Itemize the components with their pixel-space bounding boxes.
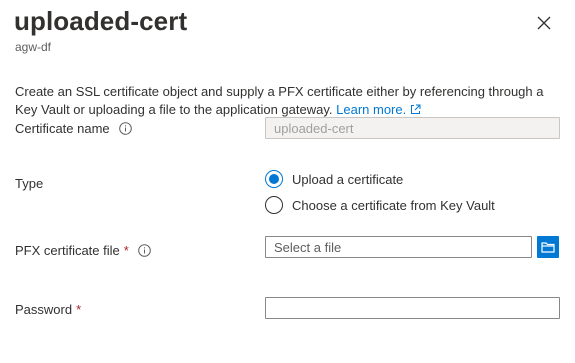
- radio-key-vault-label: Choose a certificate from Key Vault: [292, 197, 495, 213]
- close-icon: [537, 16, 551, 30]
- learn-more-label: Learn more.: [336, 102, 407, 117]
- page-subtitle: agw-df: [15, 40, 52, 54]
- certificate-panel: uploaded-cert agw-df Create an SSL certi…: [0, 0, 575, 363]
- radio-button-unchecked[interactable]: [265, 196, 283, 214]
- pfx-file-placeholder: Select a file: [274, 239, 342, 255]
- external-link-icon: [411, 104, 421, 114]
- cert-name-label-row: Certificate name: [15, 121, 132, 136]
- close-button[interactable]: [534, 13, 554, 33]
- cert-name-value: uploaded-cert: [274, 120, 354, 136]
- required-marker: *: [76, 302, 82, 317]
- radio-key-vault[interactable]: Choose a certificate from Key Vault: [265, 196, 495, 214]
- type-label: Type: [15, 176, 44, 191]
- radio-upload-label: Upload a certificate: [292, 171, 404, 187]
- learn-more-link[interactable]: Learn more.: [336, 102, 421, 117]
- info-icon[interactable]: [138, 244, 151, 257]
- pfx-file-label: PFX certificate file: [15, 243, 120, 258]
- radio-button-checked[interactable]: [265, 170, 283, 188]
- info-icon[interactable]: [118, 122, 132, 135]
- cert-name-field: uploaded-cert: [265, 117, 560, 139]
- description-text: Create an SSL certificate object and sup…: [15, 84, 544, 117]
- folder-icon: [541, 242, 555, 253]
- password-label-row: Password *: [15, 302, 81, 317]
- password-field[interactable]: [265, 297, 560, 319]
- page-title: uploaded-cert: [14, 6, 188, 36]
- radio-upload-certificate[interactable]: Upload a certificate: [265, 170, 403, 188]
- description: Create an SSL certificate object and sup…: [15, 83, 563, 119]
- required-marker: *: [123, 243, 129, 258]
- pfx-file-input[interactable]: Select a file: [265, 236, 532, 258]
- pfx-file-label-row: PFX certificate file *: [15, 243, 151, 258]
- password-label: Password: [15, 302, 73, 317]
- browse-file-button[interactable]: [537, 236, 559, 258]
- cert-name-label: Certificate name: [15, 121, 110, 136]
